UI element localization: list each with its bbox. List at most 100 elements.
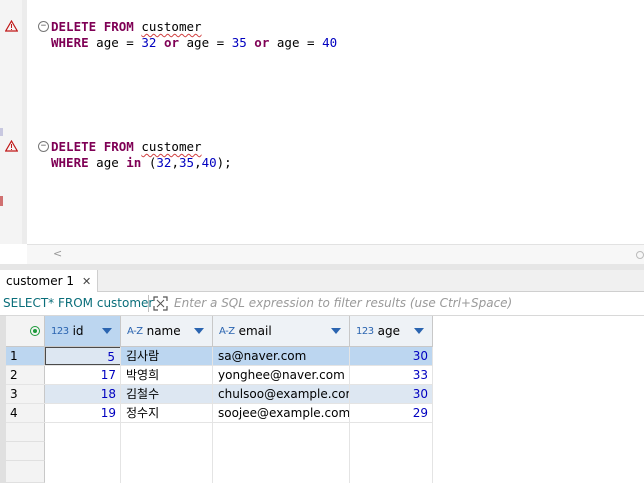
code-line: WHERE age = 32 or age = 35 or age = 40 [51, 35, 337, 51]
number-literal: 40 [322, 35, 338, 50]
column-header-id[interactable]: 123 id [45, 316, 121, 347]
column-label: age [377, 324, 400, 338]
column-header-email[interactable]: A-Z email [213, 316, 350, 347]
expand-icon[interactable] [153, 296, 168, 311]
sql-keyword: in [126, 155, 142, 170]
row-number[interactable]: 2 [6, 366, 45, 384]
row-number-header[interactable] [6, 316, 45, 347]
row-number[interactable]: 3 [6, 385, 45, 403]
table-identifier: customer [141, 139, 202, 154]
query-text[interactable]: SELECT* FROM customer [3, 296, 153, 310]
code-line: DELETE FROM customer [51, 139, 202, 155]
cell-id[interactable]: 5 [45, 347, 121, 365]
code-line: WHERE age in (32,35,40); [51, 155, 232, 170]
text-type-icon: A-Z [219, 325, 235, 337]
sort-arrow-icon[interactable] [194, 328, 204, 334]
cell-email[interactable]: chulsoo@example.com [213, 385, 350, 403]
gutter-separator [22, 0, 27, 244]
table-row[interactable]: 2 17 박영희 yonghee@naver.com 33 [6, 366, 433, 385]
empty-row-number [6, 442, 45, 461]
table-row[interactable]: 1 5 김사람 sa@naver.com 30 [6, 347, 433, 366]
column-gridline [212, 347, 213, 483]
scroll-handle-icon[interactable] [636, 251, 644, 259]
results-tab-bar: customer 1 ✕ [0, 270, 644, 292]
number-literal: 32 [156, 155, 172, 170]
column-gridline [432, 347, 433, 483]
column-identifier: age [96, 155, 119, 170]
cell-age[interactable]: 30 [350, 385, 433, 403]
cell-id[interactable]: 17 [45, 366, 121, 384]
warning-icon[interactable] [5, 20, 18, 32]
sql-keyword: FROM [103, 19, 134, 34]
sql-keyword: WHERE [51, 155, 89, 170]
cell-age[interactable]: 29 [350, 404, 433, 422]
cell-email[interactable]: soojee@example.com [213, 404, 350, 422]
number-literal: 32 [141, 35, 157, 50]
operator: = [216, 35, 225, 50]
fold-collapse-icon[interactable]: − [38, 141, 49, 152]
numeric-type-icon: 123 [356, 325, 374, 337]
sort-arrow-icon[interactable] [331, 328, 341, 334]
tab-customer-1[interactable]: customer 1 ✕ [0, 270, 99, 292]
column-label: email [238, 324, 272, 338]
cell-email[interactable]: sa@naver.com [213, 347, 350, 365]
cell-name[interactable]: 정수지 [121, 404, 213, 422]
table-row[interactable]: 3 18 김철수 chulsoo@example.com 30 [6, 385, 433, 404]
empty-row-number [6, 461, 45, 483]
cell-name[interactable]: 박영희 [121, 366, 213, 384]
operator: = [307, 35, 315, 50]
column-header-age[interactable]: 123 age [350, 316, 433, 347]
tab-label: customer 1 [6, 274, 74, 288]
editor-gutter [0, 0, 22, 244]
column-identifier: age [96, 35, 119, 50]
sql-keyword: WHERE [51, 35, 89, 50]
number-literal: 40 [201, 155, 217, 170]
close-icon[interactable]: ✕ [82, 275, 91, 288]
sql-keyword: DELETE [51, 19, 97, 34]
table-row[interactable]: 4 19 정수지 soojee@example.com 29 [6, 404, 433, 423]
cell-email[interactable]: yonghee@naver.com [213, 366, 350, 384]
empty-row-number [6, 423, 45, 442]
cell-id[interactable]: 19 [45, 404, 121, 422]
filter-input[interactable]: Enter a SQL expression to filter results… [174, 296, 512, 310]
scroll-left-arrow[interactable]: < [53, 247, 62, 260]
cell-name[interactable]: 김철수 [121, 385, 213, 403]
column-header-name[interactable]: A-Z name [121, 316, 213, 347]
gutter-marker [0, 128, 3, 136]
code-line: DELETE FROM customer [51, 19, 202, 35]
row-number[interactable]: 1 [6, 347, 45, 365]
cell-name[interactable]: 김사람 [121, 347, 213, 365]
text-type-icon: A-Z [127, 325, 143, 337]
column-gridline [349, 347, 350, 483]
cell-age[interactable]: 33 [350, 366, 433, 384]
operator: = [126, 35, 134, 50]
fold-collapse-icon[interactable]: − [38, 21, 49, 32]
punctuation: ); [216, 155, 232, 170]
sql-keyword: or [254, 35, 270, 50]
record-mode-icon[interactable] [30, 326, 40, 336]
horizontal-scrollbar[interactable]: < [27, 244, 644, 264]
cell-age[interactable]: 30 [350, 347, 433, 365]
gutter-marker [0, 196, 3, 206]
sort-arrow-icon[interactable] [102, 328, 112, 334]
number-literal: 35 [231, 35, 247, 50]
divider [148, 295, 149, 312]
sql-keyword: FROM [103, 139, 134, 154]
numeric-type-icon: 123 [51, 325, 69, 337]
number-literal: 35 [179, 155, 195, 170]
column-label: id [72, 324, 84, 338]
column-label: name [146, 324, 181, 338]
column-gridline [120, 347, 121, 483]
column-identifier: age [276, 35, 300, 50]
sort-arrow-icon[interactable] [414, 328, 424, 334]
warning-icon[interactable] [5, 140, 18, 152]
cell-id[interactable]: 18 [45, 385, 121, 403]
sql-keyword: DELETE [51, 139, 97, 154]
column-identifier: age [186, 35, 210, 50]
sql-editor[interactable]: − DELETE FROM customer WHERE age = 32 or… [0, 0, 644, 264]
results-grid[interactable]: 123 id A-Z name A-Z email 123 age 1 5 김사… [0, 316, 644, 483]
table-identifier: customer [141, 19, 202, 34]
filter-bar: SELECT* FROM customer Enter a SQL expres… [0, 292, 644, 316]
row-number[interactable]: 4 [6, 404, 45, 422]
sql-keyword: or [163, 35, 179, 50]
